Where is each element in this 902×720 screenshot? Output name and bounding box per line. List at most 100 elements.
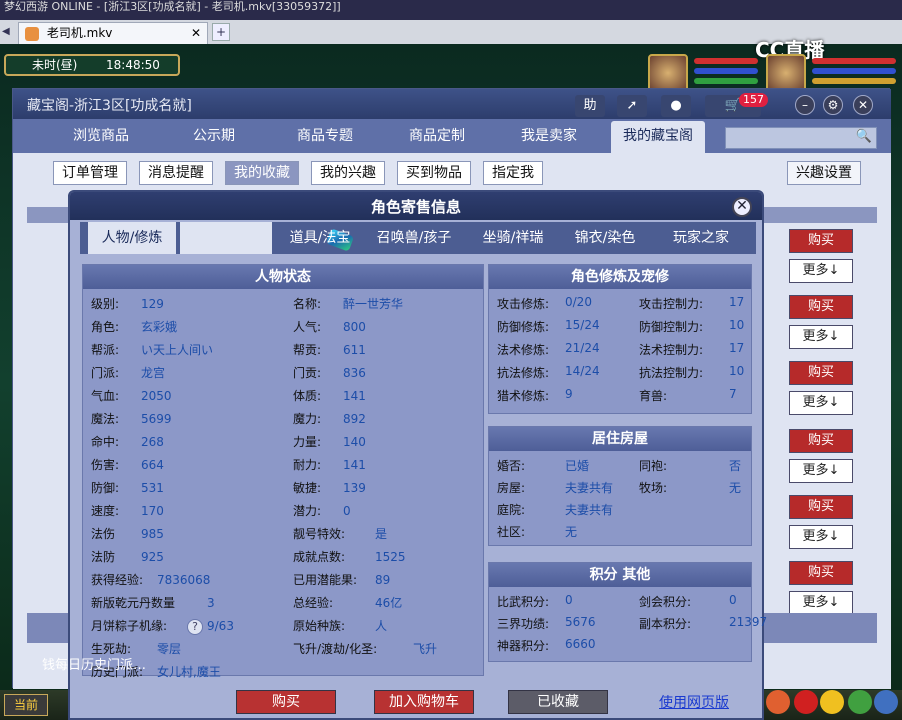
stat-row: 魔力: 892 [293, 410, 366, 427]
stat-label: 神器积分: [497, 639, 550, 653]
stop-icon[interactable]: ● [661, 95, 691, 117]
stat-label: 命中: [91, 435, 120, 449]
stat-row: 门派: 龙宫 [91, 364, 165, 381]
stat-label: 角色: [91, 320, 120, 334]
stat-value: 否 [729, 459, 742, 473]
tab-character[interactable]: 人物/修炼 [88, 222, 176, 254]
new-tab-button[interactable]: + [212, 23, 230, 41]
bottom-icons [762, 688, 902, 718]
stat-label: 靓号特效: [293, 527, 346, 541]
stat-row: 总经验: 46亿 [293, 594, 402, 611]
nav-custom[interactable]: 商品定制 [397, 125, 477, 147]
row-more-button[interactable]: 更多↓ [789, 525, 853, 549]
stat-value: 是 [375, 527, 388, 541]
stat-value: 268 [141, 435, 164, 449]
favorited-button[interactable]: 已收藏 [508, 690, 608, 714]
search-input[interactable]: 🔍 [725, 127, 877, 149]
stat-label: 魔法: [91, 412, 120, 426]
sub-favorites[interactable]: 我的收藏 [225, 161, 299, 185]
help-question-icon[interactable]: ? [187, 619, 203, 635]
tab-home[interactable]: 玩家之家 [656, 222, 746, 254]
tab-mounts[interactable]: 坐骑/祥瑞 [468, 222, 558, 254]
smile-icon[interactable] [820, 690, 844, 714]
row-more-button[interactable]: 更多↓ [789, 459, 853, 483]
minimize-icon[interactable]: – [795, 95, 815, 115]
interest-settings-button[interactable]: 兴趣设置 [787, 161, 861, 185]
row-more-button[interactable]: 更多↓ [789, 391, 853, 415]
stat-label: 帮派: [91, 343, 120, 357]
close-tab-icon[interactable]: ✕ [191, 23, 201, 43]
buy-button[interactable]: 购买 [236, 690, 336, 714]
stat-row: 获得经验: 7836068 [91, 571, 210, 588]
row-more-button[interactable]: 更多↓ [789, 259, 853, 283]
help-button[interactable]: 助 [575, 95, 605, 117]
stat-row: 生死劫: 零层 [91, 640, 181, 657]
stat-value: 0 [729, 593, 737, 607]
cultivation-header: 角色修炼及宠修 [489, 265, 751, 289]
row-more-button[interactable]: 更多↓ [789, 325, 853, 349]
player-mp-bar [812, 68, 896, 74]
tab-scroll-left-icon[interactable]: ◀ [2, 26, 10, 37]
stat-value: 9/63 [207, 619, 234, 633]
sub-interests[interactable]: 我的兴趣 [311, 161, 385, 185]
add-to-cart-button[interactable]: 加入购物车 [374, 690, 474, 714]
era-label: 未时(昼) [32, 58, 78, 72]
tab-video[interactable]: 老司机.mkv ✕ [18, 22, 208, 44]
stat-value: い天上人间い [141, 343, 214, 357]
stat-value: 10 [729, 318, 745, 332]
player-avatar[interactable] [766, 54, 806, 92]
stat-label: 剑会积分: [639, 595, 692, 609]
nav-public[interactable]: 公示期 [181, 125, 247, 147]
sub-orders[interactable]: 订单管理 [53, 161, 127, 185]
share-icon[interactable]: ➚ [617, 95, 647, 117]
row-buy-button[interactable]: 购买 [789, 561, 853, 585]
tab-items[interactable]: 道具/法宝 [280, 222, 360, 254]
use-web-version-link[interactable]: 使用网页版 [654, 692, 734, 716]
stat-row: 门贡: 836 [293, 364, 366, 381]
system-icon[interactable] [874, 690, 898, 714]
stat-value: 龙宫 [141, 366, 166, 380]
close-dialog-icon[interactable]: ✕ [732, 197, 752, 217]
search-icon[interactable]: 🔍 [856, 129, 872, 144]
tab-special[interactable] [180, 222, 355, 254]
stat-label: 总经验: [293, 596, 334, 610]
stat-value: 17 [729, 295, 745, 309]
nav-browse[interactable]: 浏览商品 [61, 125, 141, 147]
stat-value: 10 [729, 364, 745, 378]
stat-label: 获得经验: [91, 573, 144, 587]
stat-value: 7836068 [157, 573, 211, 587]
pet-avatar[interactable] [648, 54, 688, 92]
row-buy-button[interactable]: 购买 [789, 495, 853, 519]
current-channel-button[interactable]: 当前 [4, 694, 48, 716]
stat-value: 892 [343, 412, 366, 426]
sub-assigned[interactable]: 指定我 [483, 161, 543, 185]
stat-value: 3 [207, 596, 215, 610]
stat-label: 牧场: [639, 481, 668, 495]
fire-icon[interactable] [766, 690, 790, 714]
status-panel: 人物状态 级别: 129 角色: 玄彩娥 帮派: い天上人间い 门派: 龙宫 气血: 2050 魔法… [82, 264, 484, 679]
row-more-button[interactable]: 更多↓ [789, 591, 853, 615]
stat-label: 攻击控制力: [639, 297, 704, 311]
sub-bought[interactable]: 买到物品 [397, 161, 471, 185]
row-buy-button[interactable]: 购买 [789, 295, 853, 319]
sub-messages[interactable]: 消息提醒 [139, 161, 213, 185]
tab-pets[interactable]: 召唤兽/孩子 [366, 222, 462, 254]
nav-topics[interactable]: 商品专题 [285, 125, 365, 147]
stat-label: 原始种族: [293, 619, 346, 633]
row-buy-button[interactable]: 购买 [789, 429, 853, 453]
notify-icon[interactable] [794, 690, 818, 714]
stat-value: 800 [343, 320, 366, 334]
stat-label: 名称: [293, 297, 322, 311]
friend-icon[interactable] [848, 690, 872, 714]
window-title: 梦幻西游 ONLINE - [浙江3区[功成名就] - 老司机.mkv[3305… [4, 0, 341, 13]
settings-gear-icon[interactable]: ⚙ [823, 95, 843, 115]
row-buy-button[interactable]: 购买 [789, 229, 853, 253]
tab-costumes[interactable]: 锦衣/染色 [562, 222, 648, 254]
row-buy-button[interactable]: 购买 [789, 361, 853, 385]
stat-row: 帮派: い天上人间い [91, 341, 213, 358]
close-window-icon[interactable]: ✕ [853, 95, 873, 115]
stat-row: 人气: 800 [293, 318, 366, 335]
nav-my-pavilion[interactable]: 我的藏宝阁 [611, 121, 705, 153]
nav-seller[interactable]: 我是卖家 [509, 125, 589, 147]
stat-row: 飞升/渡劫/化圣: 飞升 [293, 640, 437, 657]
